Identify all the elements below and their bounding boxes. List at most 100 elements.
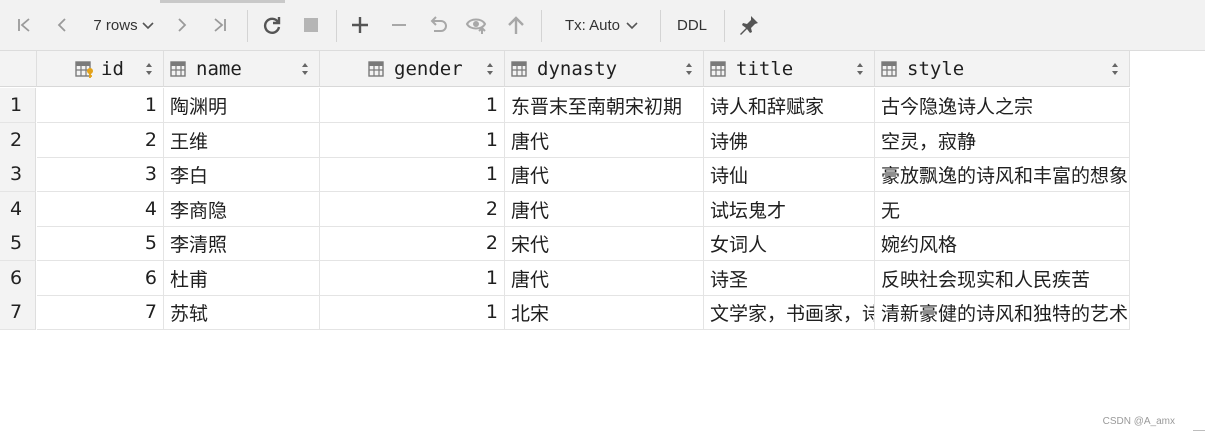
transaction-mode-label: Tx: Auto — [564, 16, 621, 34]
cell-style[interactable]: 婉约风格 — [875, 226, 1130, 261]
cell-name[interactable]: 李商隐 — [164, 192, 320, 227]
cell-style[interactable]: 空灵，寂静 — [875, 123, 1130, 158]
toolbar-separator — [724, 10, 725, 42]
cell-gender[interactable]: 2 — [320, 192, 505, 227]
cell-id[interactable]: 7 — [37, 295, 164, 330]
cell-name[interactable]: 李白 — [164, 157, 320, 192]
row-number[interactable]: 6 — [0, 261, 36, 296]
sort-icon[interactable] — [856, 60, 864, 78]
cell-dynasty[interactable]: 唐代 — [505, 192, 704, 227]
stop-button[interactable] — [298, 12, 324, 38]
cell-gender[interactable]: 1 — [320, 88, 505, 123]
reload-button[interactable] — [259, 12, 285, 38]
first-page-button[interactable] — [12, 12, 36, 38]
cell-name[interactable]: 陶渊明 — [164, 88, 320, 123]
sort-icon[interactable] — [685, 60, 693, 78]
column-icon — [368, 59, 388, 79]
row-number[interactable]: 3 — [0, 157, 36, 192]
next-page-button[interactable] — [170, 12, 194, 38]
cell-id[interactable]: 4 — [37, 192, 164, 227]
first-page-icon — [18, 18, 30, 32]
column-icon — [710, 59, 730, 79]
toolbar-accent — [160, 0, 285, 3]
cell-dynasty[interactable]: 东晋末至南朝宋初期 — [505, 88, 704, 123]
cell-dynasty[interactable]: 宋代 — [505, 226, 704, 261]
cell-style[interactable]: 无 — [875, 192, 1130, 227]
cell-title[interactable]: 试坛鬼才 — [704, 192, 875, 227]
column-header-name[interactable]: name — [164, 51, 320, 87]
column-header-label: gender — [394, 57, 463, 80]
chevron-right-icon — [178, 18, 187, 32]
cell-style[interactable]: 古今隐逸诗人之宗 — [875, 88, 1130, 123]
cell-title[interactable]: 文学家，书画家，诗 — [704, 295, 875, 330]
column-header-title[interactable]: title — [704, 51, 875, 87]
cell-dynasty[interactable]: 北宋 — [505, 295, 704, 330]
column-header-label: style — [907, 57, 965, 80]
plus-icon — [352, 17, 368, 33]
cell-id[interactable]: 3 — [37, 157, 164, 192]
cell-dynasty[interactable]: 唐代 — [505, 261, 704, 296]
cell-title[interactable]: 诗仙 — [704, 157, 875, 192]
cell-title[interactable]: 女词人 — [704, 226, 875, 261]
chevron-left-icon — [57, 18, 66, 32]
pin-tab-button[interactable] — [735, 12, 763, 38]
submit-button[interactable] — [502, 12, 530, 38]
column-header-gender[interactable]: gender — [320, 51, 505, 87]
column-header-dynasty[interactable]: dynasty — [505, 51, 704, 87]
cell-dynasty[interactable]: 唐代 — [505, 123, 704, 158]
row-number[interactable]: 4 — [0, 192, 36, 227]
row-number[interactable]: 1 — [0, 88, 36, 123]
previous-page-button[interactable] — [50, 12, 74, 38]
stop-icon — [304, 18, 318, 32]
cell-dynasty[interactable]: 唐代 — [505, 157, 704, 192]
rows-label: 7 rows — [93, 16, 138, 34]
cell-title[interactable]: 诗佛 — [704, 123, 875, 158]
cell-title[interactable]: 诗人和辞赋家 — [704, 88, 875, 123]
toolbar: 7 rows Tx: Auto DDL — [0, 0, 1205, 51]
delete-row-button[interactable] — [386, 12, 412, 38]
add-row-button[interactable] — [347, 12, 373, 38]
cell-gender[interactable]: 1 — [320, 157, 505, 192]
rows-dropdown[interactable]: 7 rows — [88, 12, 160, 38]
cell-gender[interactable]: 1 — [320, 123, 505, 158]
cell-id[interactable]: 1 — [37, 88, 164, 123]
view-query-button[interactable] — [463, 12, 491, 38]
cell-name[interactable]: 杜甫 — [164, 261, 320, 296]
refresh-icon — [263, 17, 281, 34]
arrow-up-icon — [508, 16, 524, 34]
column-header-style[interactable]: style — [875, 51, 1130, 87]
cell-id[interactable]: 2 — [37, 123, 164, 158]
row-number[interactable]: 5 — [0, 226, 36, 261]
cell-title[interactable]: 诗圣 — [704, 261, 875, 296]
cell-name[interactable]: 李清照 — [164, 226, 320, 261]
row-number[interactable]: 2 — [0, 123, 36, 158]
ddl-button[interactable]: DDL — [670, 12, 714, 38]
row-number[interactable]: 7 — [0, 295, 36, 330]
toolbar-separator — [541, 10, 542, 42]
last-page-button[interactable] — [208, 12, 232, 38]
cell-id[interactable]: 5 — [37, 226, 164, 261]
cell-gender[interactable]: 1 — [320, 261, 505, 296]
resize-handle[interactable] — [1193, 430, 1205, 435]
column-header-id[interactable]: id — [37, 51, 164, 87]
eye-upload-icon — [465, 18, 487, 34]
cell-gender[interactable]: 1 — [320, 295, 505, 330]
cell-id[interactable]: 6 — [37, 261, 164, 296]
cell-style[interactable]: 清新豪健的诗风和独特的艺术 — [875, 295, 1130, 330]
watermark: CSDN @A_amx — [1102, 416, 1175, 427]
column-header-label: name — [196, 57, 242, 80]
sort-icon[interactable] — [1111, 60, 1119, 78]
revert-button[interactable] — [424, 12, 452, 38]
sort-icon[interactable] — [301, 60, 309, 78]
sort-icon[interactable] — [486, 60, 494, 78]
pin-icon — [740, 16, 758, 35]
cell-name[interactable]: 苏轼 — [164, 295, 320, 330]
cell-style[interactable]: 反映社会现实和人民疾苦 — [875, 261, 1130, 296]
transaction-mode-dropdown[interactable]: Tx: Auto — [554, 12, 650, 38]
minus-icon — [392, 24, 406, 26]
cell-style[interactable]: 豪放飘逸的诗风和丰富的想象 — [875, 157, 1130, 192]
cell-name[interactable]: 王维 — [164, 123, 320, 158]
sort-icon[interactable] — [145, 60, 153, 78]
last-page-icon — [214, 18, 226, 32]
cell-gender[interactable]: 2 — [320, 226, 505, 261]
